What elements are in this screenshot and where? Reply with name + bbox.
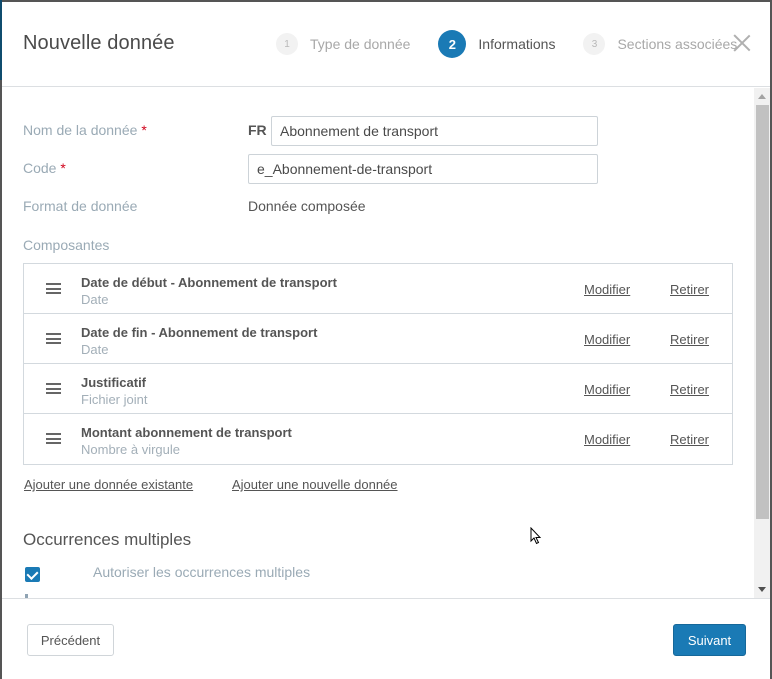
allow-multiple-occurrences-label: Autoriser les occurrences multiples bbox=[93, 564, 311, 580]
next-button[interactable]: Suivant bbox=[673, 624, 746, 656]
component-row: Date de fin - Abonnement de transport Da… bbox=[24, 314, 732, 364]
modal-footer: Précédent Suivant bbox=[2, 598, 770, 679]
component-type: Date bbox=[81, 342, 109, 357]
step-label-3: Sections associées bbox=[617, 36, 738, 52]
edit-component-link[interactable]: Modifier bbox=[584, 432, 630, 447]
remove-component-link[interactable]: Retirer bbox=[670, 332, 709, 347]
modal-title: Nouvelle donnée bbox=[23, 32, 175, 54]
scroll-up-arrow-icon[interactable] bbox=[758, 94, 766, 99]
edit-component-link[interactable]: Modifier bbox=[584, 282, 630, 297]
edit-component-link[interactable]: Modifier bbox=[584, 382, 630, 397]
name-input[interactable] bbox=[271, 116, 598, 146]
component-name: Justificatif bbox=[81, 375, 147, 390]
component-name: Montant abonnement de transport bbox=[81, 425, 292, 440]
component-row: Date de début - Abonnement de transport … bbox=[24, 264, 732, 314]
components-label: Composantes bbox=[23, 237, 110, 253]
add-new-data-link[interactable]: Ajouter une nouvelle donnée bbox=[232, 477, 398, 492]
modal-body: Nom de la donnée * FR Code * Format de d… bbox=[2, 88, 770, 598]
component-type: Fichier joint bbox=[81, 392, 148, 407]
stepper: 1 Type de donnée 2 Informations 3 Sectio… bbox=[276, 30, 765, 58]
component-row: Montant abonnement de transport Nombre à… bbox=[24, 414, 732, 464]
scrollbar-thumb[interactable] bbox=[756, 105, 769, 519]
code-field-label: Code * bbox=[23, 160, 66, 176]
remove-component-link[interactable]: Retirer bbox=[670, 432, 709, 447]
remove-component-link[interactable]: Retirer bbox=[670, 282, 709, 297]
add-existing-data-link[interactable]: Ajouter une donnée existante bbox=[24, 477, 193, 492]
step-label-2: Informations bbox=[478, 36, 556, 52]
vertical-scrollbar[interactable] bbox=[754, 88, 770, 598]
format-value: Donnée composée bbox=[248, 198, 366, 214]
allow-multiple-occurrences-checkbox[interactable] bbox=[25, 567, 40, 582]
code-label-text: Code bbox=[23, 160, 57, 176]
previous-button[interactable]: Précédent bbox=[27, 624, 114, 656]
drag-handle-icon[interactable] bbox=[46, 383, 61, 394]
required-mark: * bbox=[60, 160, 66, 176]
step-label-1: Type de donnée bbox=[310, 36, 411, 52]
drag-handle-icon[interactable] bbox=[46, 433, 61, 444]
new-data-modal: Nouvelle donnée 1 Type de donnée 2 Infor… bbox=[2, 2, 770, 679]
required-mark: * bbox=[141, 122, 147, 138]
edit-component-link[interactable]: Modifier bbox=[584, 332, 630, 347]
language-tag: FR bbox=[248, 122, 267, 138]
component-type: Date bbox=[81, 292, 109, 307]
modal-header: Nouvelle donnée 1 Type de donnée 2 Infor… bbox=[2, 2, 770, 87]
component-type: Nombre à virgule bbox=[81, 442, 180, 457]
occurrences-section-title: Occurrences multiples bbox=[23, 530, 192, 549]
step-sections-associees[interactable]: 3 Sections associées bbox=[583, 33, 737, 55]
step-informations[interactable]: 2 Informations bbox=[438, 30, 555, 58]
code-input[interactable] bbox=[248, 154, 598, 184]
step-number-1: 1 bbox=[276, 33, 298, 55]
drag-handle-icon[interactable] bbox=[46, 283, 61, 294]
component-name: Date de fin - Abonnement de transport bbox=[81, 325, 318, 340]
format-field-label: Format de donnée bbox=[23, 198, 138, 214]
step-number-2: 2 bbox=[438, 30, 467, 58]
step-number-3: 3 bbox=[583, 33, 606, 55]
component-row: Justificatif Fichier joint Modifier Reti… bbox=[24, 364, 732, 414]
name-field-label: Nom de la donnée * bbox=[23, 122, 147, 138]
component-name: Date de début - Abonnement de transport bbox=[81, 275, 337, 290]
name-label-text: Nom de la donnée bbox=[23, 122, 138, 138]
drag-handle-icon[interactable] bbox=[46, 333, 61, 344]
step-type-de-donnee[interactable]: 1 Type de donnée bbox=[276, 33, 410, 55]
close-icon[interactable] bbox=[733, 34, 751, 52]
components-list: Date de début - Abonnement de transport … bbox=[23, 263, 733, 465]
remove-component-link[interactable]: Retirer bbox=[670, 382, 709, 397]
scroll-down-arrow-icon[interactable] bbox=[758, 587, 766, 592]
